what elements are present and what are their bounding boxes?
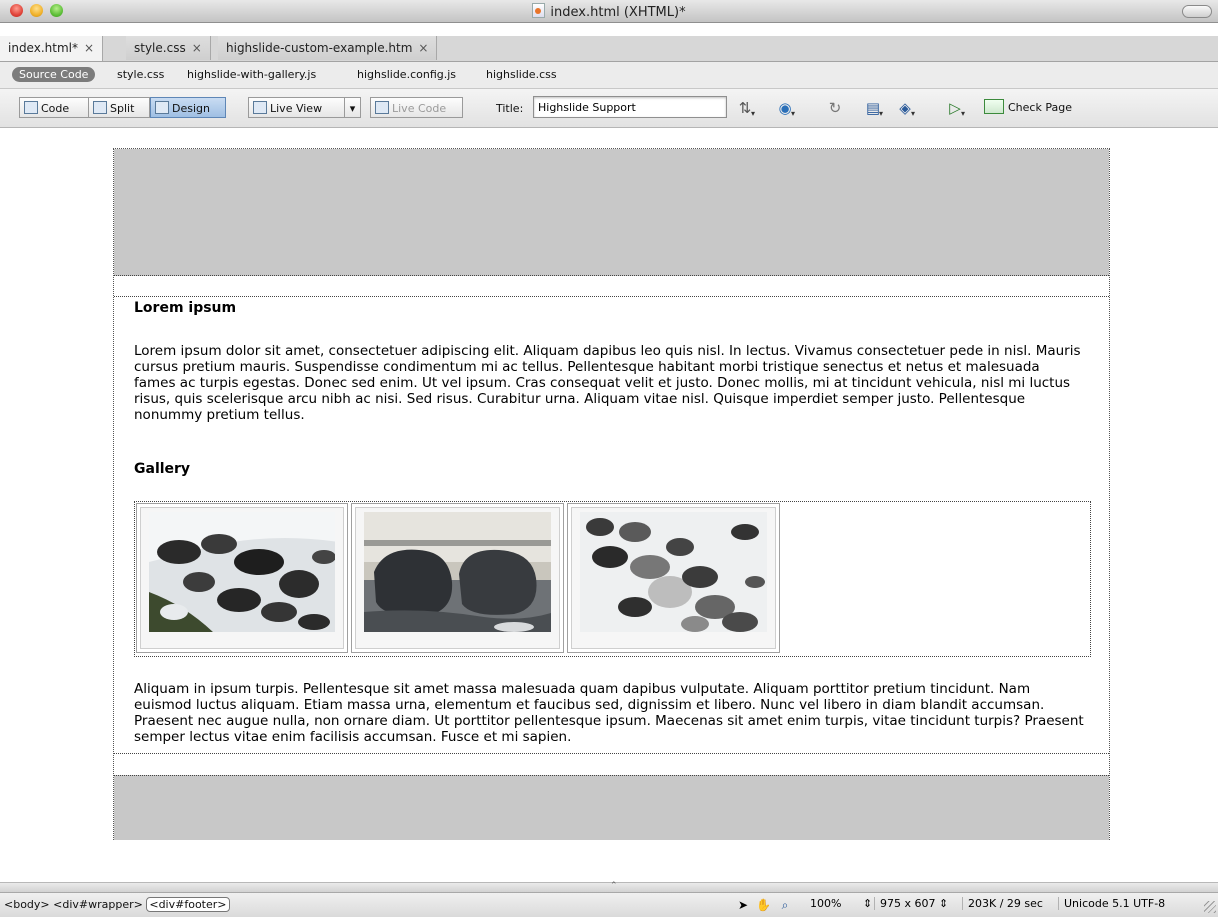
panel-splitter[interactable]: ⌃: [0, 881, 1218, 892]
rocky-shore-photo[interactable]: [580, 512, 767, 632]
content-heading[interactable]: Lorem ipsum: [134, 300, 236, 316]
chevron-updown-icon: ⇕: [939, 897, 949, 910]
tag-div-footer[interactable]: <div#footer>: [146, 897, 230, 912]
div-content[interactable]: Lorem ipsum Lorem ipsum dolor sit amet, …: [114, 296, 1109, 754]
tab-style-css[interactable]: style.css ×: [126, 36, 211, 60]
close-tab-icon[interactable]: ×: [192, 41, 202, 55]
document-title-input[interactable]: [533, 96, 727, 118]
zoom-tool-icon[interactable]: ⌕: [778, 898, 792, 912]
tag-div-wrapper[interactable]: <div#wrapper>: [53, 898, 143, 911]
tab-label: index.html*: [8, 41, 78, 55]
tab-label: style.css: [134, 41, 186, 55]
intro-paragraph[interactable]: Lorem ipsum dolor sit amet, consectetuer…: [134, 343, 1084, 423]
related-file-highslide-with-gallery[interactable]: highslide-with-gallery.js: [187, 68, 316, 81]
grip-icon: ⌃: [610, 881, 618, 891]
html-document-icon: [532, 3, 546, 18]
design-view-icon: [155, 101, 169, 114]
hand-tool-icon[interactable]: ✋: [756, 898, 771, 912]
validate-icon[interactable]: ▷ ▾: [946, 99, 965, 118]
check-page-button[interactable]: Check Page: [984, 99, 1072, 114]
zoom-select[interactable]: 100% ⇕: [810, 897, 872, 910]
live-code-icon: [375, 101, 389, 114]
close-tab-icon[interactable]: ×: [418, 41, 428, 55]
live-view-dropdown-button[interactable]: ▾: [344, 97, 361, 118]
design-canvas[interactable]: Lorem ipsum Lorem ipsum dolor sit amet, …: [8, 128, 1217, 882]
source-code-button[interactable]: Source Code: [12, 67, 96, 82]
gallery-container[interactable]: [134, 501, 1091, 657]
gallery-thumbnail[interactable]: [136, 503, 348, 653]
chevron-updown-icon: ⇕: [862, 897, 873, 910]
title-label: Title:: [496, 102, 524, 115]
window-size-select[interactable]: 975 x 607 ⇕: [874, 897, 948, 910]
related-file-highslide-config[interactable]: highslide.config.js: [357, 68, 456, 81]
div-footer[interactable]: [114, 775, 1109, 840]
gallery-heading[interactable]: Gallery: [134, 461, 190, 477]
tag-selector: <body> <div#wrapper> <div#footer>: [4, 897, 230, 912]
boulders-at-sunset-photo[interactable]: [364, 512, 551, 632]
split-view-button[interactable]: Split: [88, 97, 150, 118]
related-file-style-css[interactable]: style.css: [117, 68, 164, 81]
document-tab-bar: index.html* × style.css × highslide-custom…: [0, 36, 1218, 62]
related-file-highslide-css[interactable]: highslide.css: [486, 68, 557, 81]
file-management-icon[interactable]: ⇅ ▾: [736, 99, 755, 118]
preview-browser-icon[interactable]: ◉ ▾: [776, 99, 795, 118]
chevron-down-icon: ▾: [349, 102, 356, 115]
gallery-thumbnail[interactable]: [351, 503, 564, 653]
gallery-thumbnail[interactable]: [567, 503, 780, 653]
window-title-text: index.html (XHTML)*: [550, 5, 686, 20]
live-view-icon: [253, 101, 267, 114]
visual-aids-icon[interactable]: ◈ ▾: [896, 99, 915, 118]
design-view-button[interactable]: Design: [150, 97, 226, 118]
download-size-readout: 203K / 29 sec: [962, 897, 1043, 910]
status-bar: <body> <div#wrapper> <div#footer> ➤ ✋ ⌕ …: [0, 892, 1218, 917]
closing-paragraph[interactable]: Aliquam in ipsum turpis. Pellentesque si…: [134, 681, 1084, 745]
document-toolbar: Code Split Design Live View ▾ Live Code …: [0, 89, 1218, 128]
refresh-icon[interactable]: ↻: [826, 99, 844, 117]
related-files-bar: Source Code style.css highslide-with-gal…: [0, 62, 1218, 89]
view-options-icon[interactable]: ▤ ▾: [864, 99, 883, 118]
toolbar-toggle-button[interactable]: [1182, 5, 1212, 18]
code-view-icon: [24, 101, 38, 114]
live-view-button[interactable]: Live View: [248, 97, 345, 118]
window-title: index.html (XHTML)*: [0, 3, 1218, 20]
encoding-readout: Unicode 5.1 UTF-8: [1058, 897, 1165, 910]
split-view-icon: [93, 101, 107, 114]
resize-grip-icon[interactable]: [1204, 901, 1216, 913]
snowy-rocks-photo[interactable]: [149, 512, 335, 632]
code-view-button[interactable]: Code: [19, 97, 89, 118]
div-header[interactable]: [114, 149, 1109, 276]
live-code-button[interactable]: Live Code: [370, 97, 463, 118]
tab-index-html[interactable]: index.html* ×: [0, 36, 104, 61]
pointer-tool-icon[interactable]: ➤: [736, 898, 750, 912]
tab-label: highslide-custom-example.htm: [226, 41, 413, 55]
window-titlebar: index.html (XHTML)*: [0, 0, 1218, 23]
check-page-icon: [984, 99, 1004, 114]
tab-highslide-custom-example[interactable]: highslide-custom-example.htm ×: [218, 36, 438, 60]
close-tab-icon[interactable]: ×: [84, 41, 94, 55]
tag-body[interactable]: <body>: [4, 898, 50, 911]
div-wrapper[interactable]: Lorem ipsum Lorem ipsum dolor sit amet, …: [113, 148, 1110, 840]
